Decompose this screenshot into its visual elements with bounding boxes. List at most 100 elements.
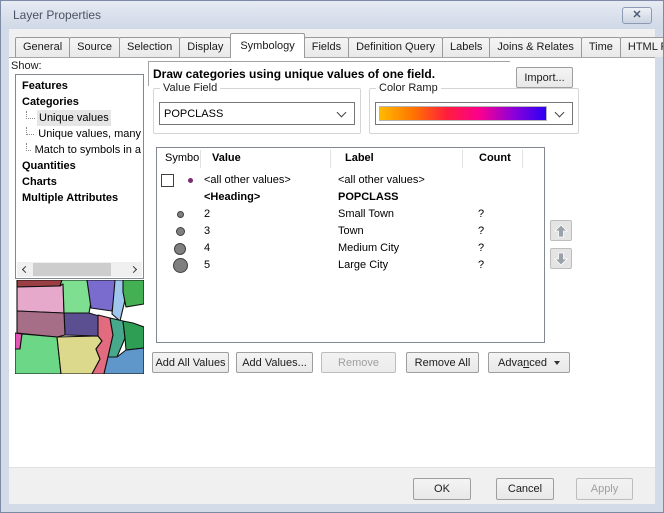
symbology-row[interactable]: <all other values> <all other values>: [157, 172, 544, 189]
import-button[interactable]: Import...: [516, 67, 573, 88]
tree-connector-icon: [26, 143, 31, 151]
remove-button[interactable]: Remove: [321, 352, 396, 373]
value-field-dropdown[interactable]: POPCLASS: [159, 102, 355, 125]
color-ramp-dropdown[interactable]: [375, 102, 573, 125]
move-up-button[interactable]: [550, 220, 572, 241]
symbol-cell[interactable]: [157, 206, 203, 223]
count-cell: ?: [478, 206, 484, 223]
close-button[interactable]: ✕: [622, 7, 652, 24]
symbol-cell[interactable]: [157, 240, 203, 257]
tree-item-charts[interactable]: Charts: [20, 174, 143, 190]
window-title: Layer Properties: [13, 8, 101, 22]
apply-button[interactable]: Apply: [576, 478, 633, 500]
ok-button[interactable]: OK: [413, 478, 471, 500]
tree-item-unique-values[interactable]: Unique values: [20, 110, 143, 126]
label-cell: Large City: [338, 257, 388, 274]
horizontal-scrollbar[interactable]: [17, 262, 142, 277]
scroll-right-icon: [130, 266, 137, 273]
count-cell: ?: [478, 257, 484, 274]
dropdown-arrow-icon: [554, 361, 560, 365]
tab-selection[interactable]: Selection: [119, 37, 180, 57]
down-arrow-icon: [554, 252, 568, 266]
tab-fields[interactable]: Fields: [304, 37, 349, 57]
header-separator: [330, 150, 331, 168]
value-cell: <Heading>: [204, 189, 260, 206]
tab-time[interactable]: Time: [581, 37, 621, 57]
tree-item-label: Unique values, many: [36, 126, 143, 142]
table-rows: <all other values><all other values><Hea…: [157, 172, 544, 274]
color-ramp-group: Color Ramp: [369, 88, 579, 134]
dialog-footer: OK Cancel Apply: [9, 467, 655, 504]
close-icon: ✕: [632, 10, 641, 21]
symbol-cell[interactable]: [157, 189, 203, 206]
add-all-values-button[interactable]: Add All Values: [152, 352, 229, 373]
color-ramp-group-label: Color Ramp: [376, 82, 441, 94]
symbology-row[interactable]: 4 Medium City?: [157, 240, 544, 257]
tab-source[interactable]: Source: [69, 37, 120, 57]
value-cell: 4: [204, 240, 210, 257]
value-field-selected: POPCLASS: [160, 108, 338, 120]
symbology-row[interactable]: 3Town?: [157, 223, 544, 240]
value-field-group-label: Value Field: [160, 82, 220, 94]
label-cell: POPCLASS: [338, 189, 399, 206]
add-values-button[interactable]: Add Values...: [236, 352, 313, 373]
title-bar: Layer Properties ✕: [1, 1, 663, 29]
count-cell: ?: [478, 240, 484, 257]
symbol-cell[interactable]: [157, 223, 203, 240]
tree-item-label: Match to symbols in a: [33, 142, 143, 158]
header-separator: [200, 150, 201, 168]
column-header-symbol: Symbol: [165, 152, 202, 164]
tab-joins-relates[interactable]: Joins & Relates: [489, 37, 581, 57]
label-cell: Medium City: [338, 240, 399, 257]
tab-symbology[interactable]: Symbology: [230, 33, 304, 58]
tree-item-multiple-attributes[interactable]: Multiple Attributes: [20, 190, 143, 206]
advanced-label-end: ced: [529, 357, 547, 369]
symbology-row[interactable]: <Heading> POPCLASS: [157, 189, 544, 206]
tab-labels[interactable]: Labels: [442, 37, 490, 57]
all-other-values-checkbox[interactable]: [161, 174, 174, 187]
tree-item-match-to-symbols-in-a[interactable]: Match to symbols in a: [20, 142, 143, 158]
count-cell: ?: [478, 223, 484, 240]
symbol-cell[interactable]: [157, 172, 203, 189]
tree-item-categories[interactable]: Categories: [20, 94, 143, 110]
tab-definition-query[interactable]: Definition Query: [348, 37, 443, 57]
tree-item-features[interactable]: Features: [20, 78, 143, 94]
scroll-left-button[interactable]: [17, 262, 32, 277]
value-cell: <all other values>: [204, 172, 291, 189]
symbology-tab-page: Show: FeaturesCategoriesUnique valuesUni…: [9, 57, 655, 469]
scrollbar-thumb[interactable]: [33, 263, 111, 276]
tree-item-quantities[interactable]: Quantities: [20, 158, 143, 174]
map-preview: [15, 280, 144, 374]
symbology-row[interactable]: 2Small Town?: [157, 206, 544, 223]
scroll-right-button[interactable]: [127, 262, 142, 277]
tab-bar: GeneralSourceSelectionDisplaySymbologyFi…: [15, 35, 664, 57]
header-separator: [462, 150, 463, 168]
point-symbol-icon: [176, 227, 185, 236]
show-label: Show:: [11, 60, 42, 72]
tree-connector-icon: [26, 127, 34, 135]
point-symbol-icon: [174, 243, 186, 255]
move-down-button[interactable]: [550, 248, 572, 269]
cancel-button[interactable]: Cancel: [496, 478, 554, 500]
value-field-group: Value Field POPCLASS: [153, 88, 361, 134]
tab-general[interactable]: General: [15, 37, 70, 57]
advanced-button[interactable]: Advanced: [488, 352, 570, 373]
tab-html-popup[interactable]: HTML Popup: [620, 37, 664, 57]
remove-all-button[interactable]: Remove All: [406, 352, 479, 373]
point-symbol-icon: [177, 211, 184, 218]
symbology-row[interactable]: 5Large City?: [157, 257, 544, 274]
value-cell: 3: [204, 223, 210, 240]
tree-item-unique-values-many[interactable]: Unique values, many: [20, 126, 143, 142]
chevron-down-icon: [337, 107, 347, 117]
tree-item-label: Unique values: [37, 110, 111, 126]
tree-item-label: Charts: [20, 174, 59, 190]
up-arrow-icon: [554, 224, 568, 238]
show-tree-listbox: FeaturesCategoriesUnique valuesUnique va…: [15, 74, 144, 279]
column-header-count: Count: [479, 152, 511, 164]
point-symbol-icon: [188, 178, 193, 183]
tab-display[interactable]: Display: [179, 37, 231, 57]
value-cell: 2: [204, 206, 210, 223]
dialog-client-area: GeneralSourceSelectionDisplaySymbologyFi…: [9, 29, 655, 504]
symbol-cell[interactable]: [157, 257, 203, 274]
label-cell: <all other values>: [338, 172, 425, 189]
